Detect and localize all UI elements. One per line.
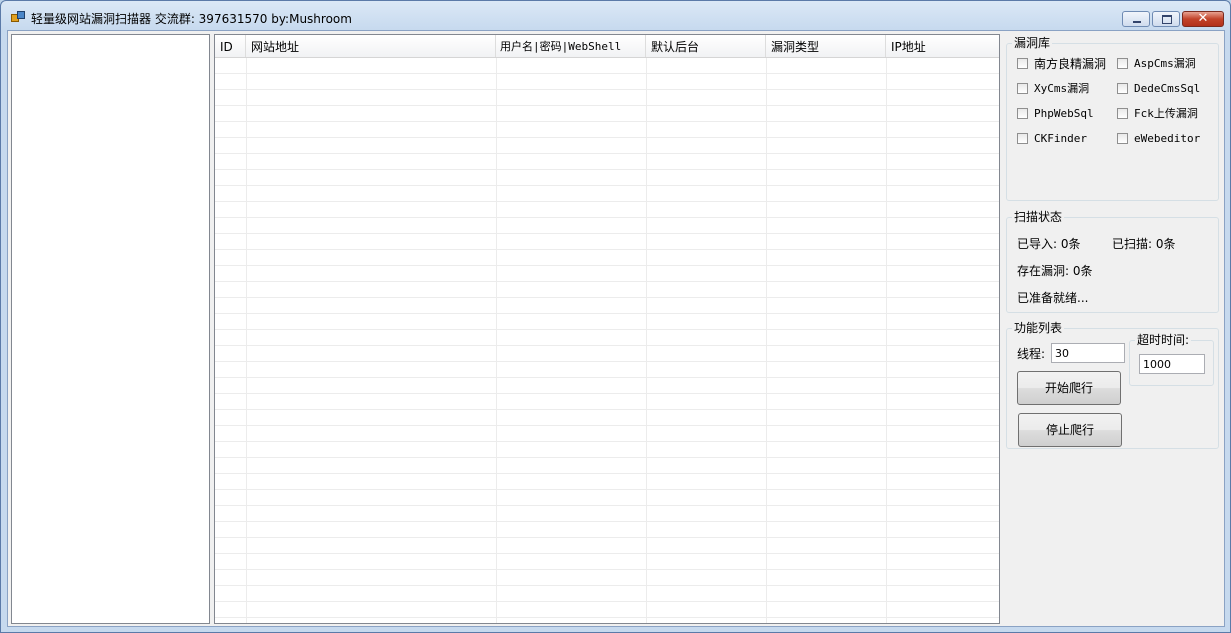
- grid-rows: [215, 58, 999, 623]
- checkbox-aspcms[interactable]: AspCms漏洞: [1117, 56, 1196, 70]
- col-header-vuln-type[interactable]: 漏洞类型: [766, 35, 886, 57]
- stop-crawl-button[interactable]: 停止爬行: [1018, 413, 1122, 447]
- col-header-admin[interactable]: 默认后台: [646, 35, 766, 57]
- title-bar[interactable]: 轻量级网站漏洞扫描器 交流群: 397631570 by:Mushroom ✕: [1, 1, 1230, 31]
- column-divider: [886, 58, 887, 623]
- column-divider: [496, 58, 497, 623]
- vulnerable-count: 存在漏洞: 0条: [1017, 264, 1093, 278]
- checkbox-box[interactable]: [1017, 82, 1028, 94]
- status-text: 已准备就绪...: [1017, 291, 1089, 305]
- checkbox-phpweb[interactable]: PhpWebSql: [1017, 106, 1094, 120]
- col-header-ip[interactable]: IP地址: [886, 35, 999, 57]
- timeout-group: 超时时间:: [1129, 332, 1214, 386]
- app-window: 轻量级网站漏洞扫描器 交流群: 397631570 by:Mushroom ✕ …: [0, 0, 1231, 633]
- scan-status-group: 扫描状态 已导入: 0条 已扫描: 0条 存在漏洞: 0条 已准备就绪...: [1006, 209, 1219, 313]
- checkbox-fck[interactable]: Fck上传漏洞: [1117, 106, 1198, 120]
- checkbox-dedecms[interactable]: DedeCmsSql: [1117, 81, 1200, 95]
- results-grid[interactable]: ID 网站地址 用户名|密码|WebShell 默认后台 漏洞类型 IP地址: [214, 34, 1000, 624]
- checkbox-box[interactable]: [1117, 107, 1128, 119]
- threads-input[interactable]: [1051, 343, 1125, 363]
- close-icon: ✕: [1197, 11, 1209, 26]
- checkbox-ewebeditor[interactable]: eWebeditor: [1117, 131, 1200, 145]
- client-area: ID 网站地址 用户名|密码|WebShell 默认后台 漏洞类型 IP地址 漏…: [7, 30, 1225, 627]
- maximize-button[interactable]: [1152, 11, 1180, 27]
- timeout-input[interactable]: [1139, 354, 1205, 374]
- functions-title: 功能列表: [1012, 320, 1065, 336]
- checkbox-box[interactable]: [1017, 57, 1028, 69]
- maximize-icon: [1162, 15, 1172, 24]
- threads-label: 线程:: [1017, 347, 1046, 361]
- grid-header: ID 网站地址 用户名|密码|WebShell 默认后台 漏洞类型 IP地址: [215, 35, 999, 58]
- checkbox-box[interactable]: [1117, 57, 1128, 69]
- functions-group: 功能列表 线程: 开始爬行 停止爬行 超时时间:: [1006, 320, 1219, 449]
- checkbox-nanfang[interactable]: 南方良精漏洞: [1017, 56, 1106, 71]
- start-crawl-button[interactable]: 开始爬行: [1017, 371, 1121, 405]
- vuln-library-group: 漏洞库 南方良精漏洞 AspCms漏洞 XyCms漏洞 DedeCmsSql P…: [1006, 35, 1219, 201]
- col-header-credentials[interactable]: 用户名|密码|WebShell: [496, 35, 646, 57]
- col-header-id[interactable]: ID: [215, 35, 246, 57]
- checkbox-box[interactable]: [1017, 107, 1028, 119]
- vuln-library-title: 漏洞库: [1012, 35, 1053, 51]
- column-divider: [246, 58, 247, 623]
- checkbox-box[interactable]: [1017, 132, 1028, 144]
- checkbox-box[interactable]: [1117, 132, 1128, 144]
- minimize-icon: [1133, 21, 1141, 23]
- timeout-title: 超时时间:: [1135, 332, 1192, 348]
- window-controls: ✕: [1120, 11, 1224, 29]
- app-icon[interactable]: [11, 11, 25, 23]
- col-header-url[interactable]: 网站地址: [246, 35, 496, 57]
- checkbox-ckfinder[interactable]: CKFinder: [1017, 131, 1087, 145]
- window-title: 轻量级网站漏洞扫描器 交流群: 397631570 by:Mushroom: [31, 12, 352, 26]
- site-tree[interactable]: [11, 34, 210, 624]
- checkbox-box[interactable]: [1117, 82, 1128, 94]
- column-divider: [766, 58, 767, 623]
- scan-status-title: 扫描状态: [1012, 209, 1065, 225]
- checkbox-xycms[interactable]: XyCms漏洞: [1017, 81, 1089, 95]
- scanned-count: 已扫描: 0条: [1112, 237, 1176, 251]
- column-divider: [646, 58, 647, 623]
- minimize-button[interactable]: [1122, 11, 1150, 27]
- close-button[interactable]: ✕: [1182, 11, 1224, 27]
- imported-count: 已导入: 0条: [1017, 237, 1081, 251]
